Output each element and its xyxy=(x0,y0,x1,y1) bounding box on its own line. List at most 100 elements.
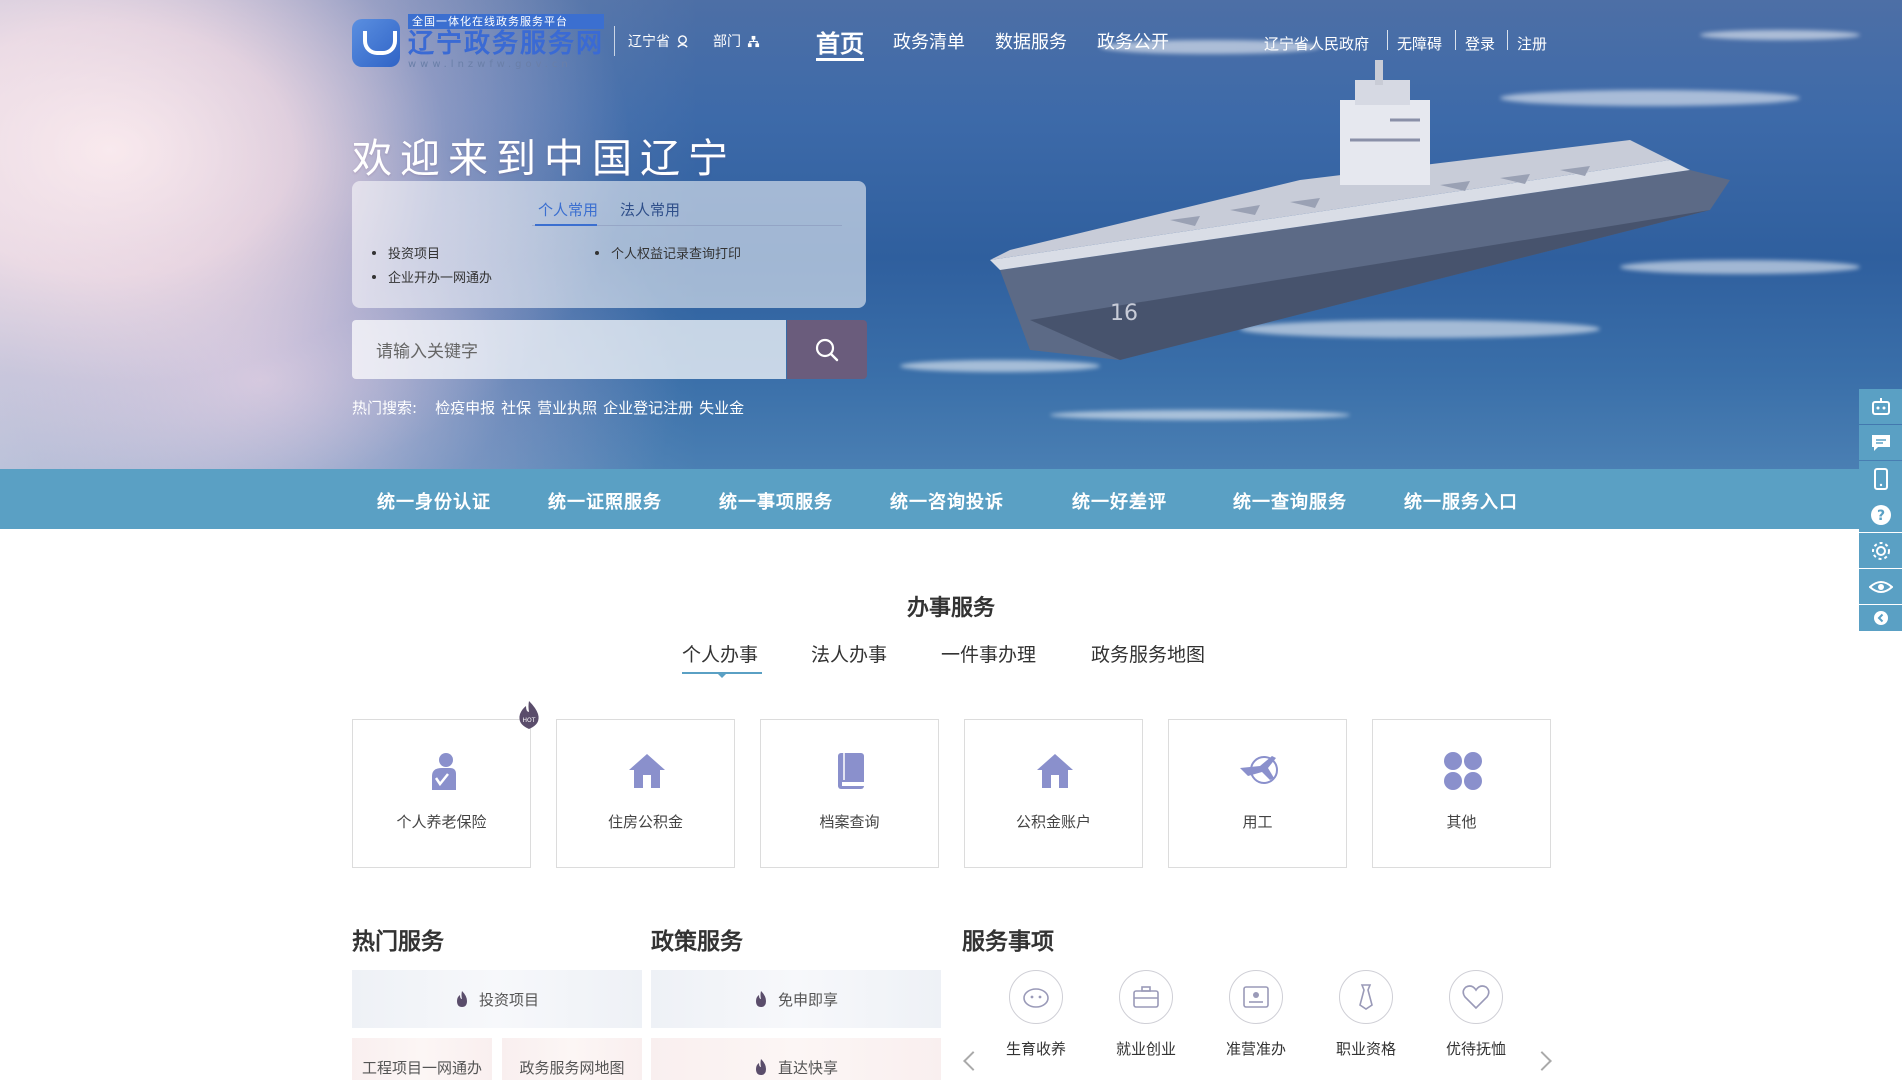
link-register[interactable]: 注册 xyxy=(1517,33,1547,54)
message-button[interactable] xyxy=(1859,425,1902,460)
help-button[interactable]: ? xyxy=(1859,497,1902,532)
policy-service-item[interactable]: 直达快享 xyxy=(651,1038,941,1080)
bar-license-service[interactable]: 统一证照服务 xyxy=(548,488,662,514)
services-tab-caret xyxy=(717,673,727,678)
tab-corporate-affairs[interactable]: 法人办事 xyxy=(811,640,887,667)
mobile-app-button[interactable] xyxy=(1859,461,1902,496)
service-card-employment[interactable]: 用工 xyxy=(1168,719,1347,868)
nav-active-underline xyxy=(816,58,864,61)
hot-search-term[interactable]: 社保 xyxy=(501,397,531,418)
service-item-label: 生育收养 xyxy=(1005,1040,1066,1058)
certificate-icon xyxy=(1243,986,1269,1008)
service-card-pension[interactable]: 个人养老保险 xyxy=(352,719,531,868)
service-item-business-permit[interactable]: 准营准办 xyxy=(1226,970,1286,1059)
nav-data-service[interactable]: 数据服务 xyxy=(995,28,1067,54)
region-selector[interactable]: 辽宁省 xyxy=(628,31,689,51)
hot-search-term[interactable]: 检疫申报 xyxy=(435,397,495,418)
flame-icon xyxy=(755,1059,766,1075)
plane-icon xyxy=(1240,756,1278,784)
settings-button[interactable] xyxy=(1859,533,1902,568)
logo-mark-icon xyxy=(352,18,400,67)
hot-search-term[interactable]: 营业执照 xyxy=(537,397,597,418)
robot-icon xyxy=(1871,397,1890,415)
service-card-fund-account[interactable]: 公积金账户 xyxy=(964,719,1143,868)
common-item[interactable]: 企业开办一网通办 xyxy=(372,267,492,286)
robot-assistant-button[interactable] xyxy=(1859,389,1902,424)
common-tab-underline xyxy=(535,224,597,226)
carousel-next-button[interactable] xyxy=(1532,1051,1552,1071)
service-item-birth-adoption[interactable]: 生育收养 xyxy=(1006,970,1066,1059)
flame-icon xyxy=(456,991,467,1007)
hot-search-term[interactable]: 企业登记注册 xyxy=(603,397,693,418)
elderly-care-icon xyxy=(432,753,456,790)
tie-icon xyxy=(1359,984,1373,1010)
card-label: 个人养老保险 xyxy=(396,813,487,831)
search-icon xyxy=(815,338,839,361)
card-label: 其他 xyxy=(1446,813,1477,831)
department-selector[interactable]: 部门 xyxy=(713,31,760,51)
hot-services-title: 热门服务 xyxy=(352,929,444,955)
tab-corporate-common[interactable]: 法人常用 xyxy=(620,199,680,220)
welcome-heading: 欢迎来到中国辽宁 xyxy=(352,136,736,182)
svg-text:HOT: HOT xyxy=(523,717,536,724)
tab-personal-common[interactable]: 个人常用 xyxy=(538,199,598,220)
link-login[interactable]: 登录 xyxy=(1465,33,1495,54)
common-services-panel: 个人常用 法人常用 投资项目 个人权益记录查询打印 企业开办一网通办 xyxy=(352,181,866,308)
pill-label: 政务服务网地图 xyxy=(519,1058,625,1077)
nav-home[interactable]: 首页 xyxy=(816,24,864,59)
pill-label: 直达快享 xyxy=(777,1058,838,1077)
service-card-other[interactable]: 其他 xyxy=(1372,719,1551,868)
chat-bubble-icon xyxy=(1871,434,1890,451)
question-icon: ? xyxy=(1870,504,1891,525)
link-provincial-government[interactable]: 辽宁省人民政府 xyxy=(1264,33,1369,54)
service-item-employment[interactable]: 就业创业 xyxy=(1116,970,1176,1059)
hot-service-item[interactable]: 工程项目一网通办 xyxy=(352,1038,492,1080)
book-icon xyxy=(838,753,864,789)
search-placeholder: 请输入关键字 xyxy=(376,342,478,362)
house-icon xyxy=(1037,754,1073,788)
bar-service-entry[interactable]: 统一服务入口 xyxy=(1404,488,1518,514)
link-accessibility[interactable]: 无障碍 xyxy=(1397,33,1442,54)
bar-consult-complaint[interactable]: 统一咨询投诉 xyxy=(890,488,1004,514)
hero-banner: 16 全国一体化在线政务服务平台 辽宁政务服务网 www.lnzwfw.gov.… xyxy=(0,0,1902,469)
briefcase-icon xyxy=(1133,986,1159,1008)
service-item-preferential-care[interactable]: 优待抚恤 xyxy=(1446,970,1506,1059)
card-label: 用工 xyxy=(1242,813,1273,831)
common-item[interactable]: 投资项目 xyxy=(372,243,440,262)
aircraft-carrier-image: 16 xyxy=(990,60,1730,360)
bar-evaluation[interactable]: 统一好差评 xyxy=(1072,488,1167,514)
site-logo[interactable]: 全国一体化在线政务服务平台 辽宁政务服务网 www.lnzwfw.gov.cn xyxy=(352,14,605,71)
bar-item-service[interactable]: 统一事项服务 xyxy=(719,488,833,514)
service-item-label: 优待抚恤 xyxy=(1445,1040,1506,1058)
logo-title: 辽宁政务服务网 xyxy=(408,29,605,59)
policy-service-item[interactable]: 免申即享 xyxy=(651,970,941,1028)
tab-one-thing[interactable]: 一件事办理 xyxy=(941,640,1036,667)
pill-label: 免申即享 xyxy=(777,990,838,1009)
hot-search-term[interactable]: 失业金 xyxy=(699,397,744,418)
logo-url: www.lnzwfw.gov.cn xyxy=(408,59,572,70)
bar-query-service[interactable]: 统一查询服务 xyxy=(1233,488,1347,514)
service-card-archive-query[interactable]: 档案查询 xyxy=(760,719,939,868)
bar-identity-auth[interactable]: 统一身份认证 xyxy=(377,488,491,514)
tab-personal-affairs[interactable]: 个人办事 xyxy=(682,640,758,667)
search-button[interactable] xyxy=(787,320,867,379)
hot-service-item[interactable]: 政务服务网地图 xyxy=(502,1038,642,1080)
nav-open-government[interactable]: 政务公开 xyxy=(1097,28,1169,54)
common-item[interactable]: 个人权益记录查询打印 xyxy=(595,243,741,262)
hot-search-label: 热门搜索: xyxy=(352,399,418,417)
pill-label: 工程项目一网通办 xyxy=(361,1058,482,1077)
service-item-label: 就业创业 xyxy=(1115,1040,1176,1058)
house-icon xyxy=(629,754,665,788)
card-label: 公积金账户 xyxy=(1015,813,1091,831)
pill-label: 投资项目 xyxy=(478,990,539,1009)
tab-service-map[interactable]: 政务服务地图 xyxy=(1091,640,1205,667)
hot-service-item[interactable]: 投资项目 xyxy=(352,970,642,1028)
nav-affairs-list[interactable]: 政务清单 xyxy=(893,28,965,54)
search-input[interactable]: 请输入关键字 xyxy=(352,320,786,379)
carousel-prev-button[interactable] xyxy=(963,1051,983,1071)
service-item-qualification[interactable]: 职业资格 xyxy=(1336,970,1396,1059)
card-label: 住房公积金 xyxy=(607,813,683,831)
card-label: 档案查询 xyxy=(819,813,880,831)
service-card-housing-fund[interactable]: 住房公积金 xyxy=(556,719,735,868)
heart-icon xyxy=(1462,985,1490,1010)
